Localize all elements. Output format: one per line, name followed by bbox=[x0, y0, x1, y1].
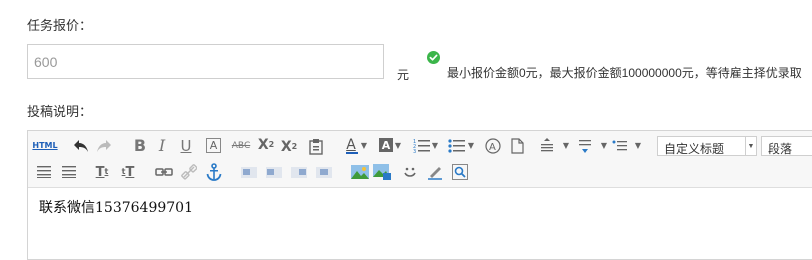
multi-image-icon[interactable] bbox=[373, 164, 391, 180]
paragraph-select[interactable]: 段落 bbox=[761, 136, 812, 156]
chevron-down-icon[interactable]: ▼ bbox=[635, 142, 641, 150]
line-height-icon[interactable] bbox=[539, 137, 555, 155]
price-unit: 元 bbox=[397, 68, 410, 82]
description-label: 投稿说明： bbox=[27, 104, 93, 119]
scrawl-icon[interactable] bbox=[427, 164, 443, 180]
indent-icon[interactable] bbox=[612, 137, 628, 155]
strikethrough-icon[interactable]: ABC bbox=[230, 139, 252, 153]
text-direction-ltr-icon[interactable]: Tt bbox=[94, 163, 110, 181]
paragraph-select-value: 段落 bbox=[768, 142, 793, 156]
search-replace-icon[interactable] bbox=[452, 164, 468, 180]
superscript-icon[interactable]: X2 bbox=[257, 137, 275, 153]
emoticon-icon[interactable] bbox=[402, 164, 418, 180]
svg-text:A: A bbox=[489, 142, 496, 153]
align-distributed-icon[interactable] bbox=[62, 165, 76, 179]
image-align-none-icon[interactable] bbox=[241, 166, 257, 178]
font-color-bar bbox=[346, 152, 358, 154]
heading-select[interactable]: 自定义标题 ▼ bbox=[657, 136, 757, 156]
unordered-list-icon[interactable] bbox=[448, 137, 466, 155]
anchor-icon[interactable] bbox=[206, 163, 222, 181]
font-border-icon[interactable]: A bbox=[206, 138, 221, 153]
clear-format-icon[interactable]: A bbox=[484, 137, 502, 155]
check-circle-icon bbox=[427, 51, 440, 64]
editor-toolbar: HTML B I U A ABC X2 X2 A ▼ A ▼ 123 ▼ ▼ A… bbox=[28, 131, 812, 188]
bold-icon[interactable]: B bbox=[132, 138, 148, 154]
chevron-down-icon[interactable]: ▼ bbox=[395, 142, 401, 150]
chevron-down-icon[interactable]: ▼ bbox=[563, 142, 569, 150]
undo-icon[interactable] bbox=[73, 138, 89, 154]
html-source-button[interactable]: HTML bbox=[32, 140, 57, 152]
paste-icon[interactable] bbox=[308, 137, 324, 155]
chevron-down-icon: ▼ bbox=[745, 137, 756, 155]
price-input[interactable] bbox=[27, 44, 384, 79]
editor-content[interactable]: 联系微信15376499701 bbox=[39, 197, 193, 217]
chevron-down-icon[interactable]: ▼ bbox=[361, 142, 367, 150]
image-align-center-icon[interactable] bbox=[316, 166, 332, 178]
subscript-icon[interactable]: X2 bbox=[280, 139, 298, 155]
background-color-icon[interactable]: A bbox=[379, 138, 393, 152]
text-direction-rtl-icon[interactable]: tT bbox=[120, 163, 136, 181]
unlink-icon[interactable] bbox=[181, 164, 197, 180]
image-align-left-icon[interactable] bbox=[266, 166, 282, 178]
image-align-right-icon[interactable] bbox=[291, 166, 307, 178]
heading-select-value: 自定义标题 bbox=[664, 142, 725, 156]
rich-text-editor: HTML B I U A ABC X2 X2 A ▼ A ▼ 123 ▼ ▼ A… bbox=[27, 130, 812, 260]
paragraph-spacing-icon[interactable] bbox=[577, 137, 593, 155]
new-document-icon[interactable] bbox=[509, 137, 525, 155]
italic-icon[interactable]: I bbox=[155, 138, 169, 154]
chevron-down-icon[interactable]: ▼ bbox=[468, 142, 474, 150]
price-hint: 最小报价金额0元，最大报价金额100000000元，等待雇主择优录取 bbox=[447, 66, 802, 80]
redo-icon[interactable] bbox=[96, 138, 112, 154]
svg-text:3: 3 bbox=[413, 149, 416, 154]
chevron-down-icon[interactable]: ▼ bbox=[601, 142, 607, 150]
align-justify-icon[interactable] bbox=[37, 165, 51, 179]
ordered-list-icon[interactable]: 123 bbox=[413, 137, 431, 155]
price-label: 任务报价： bbox=[27, 18, 93, 33]
link-icon[interactable] bbox=[155, 165, 173, 179]
underline-icon[interactable]: U bbox=[179, 138, 193, 154]
chevron-down-icon[interactable]: ▼ bbox=[432, 142, 438, 150]
insert-image-icon[interactable] bbox=[351, 164, 369, 180]
